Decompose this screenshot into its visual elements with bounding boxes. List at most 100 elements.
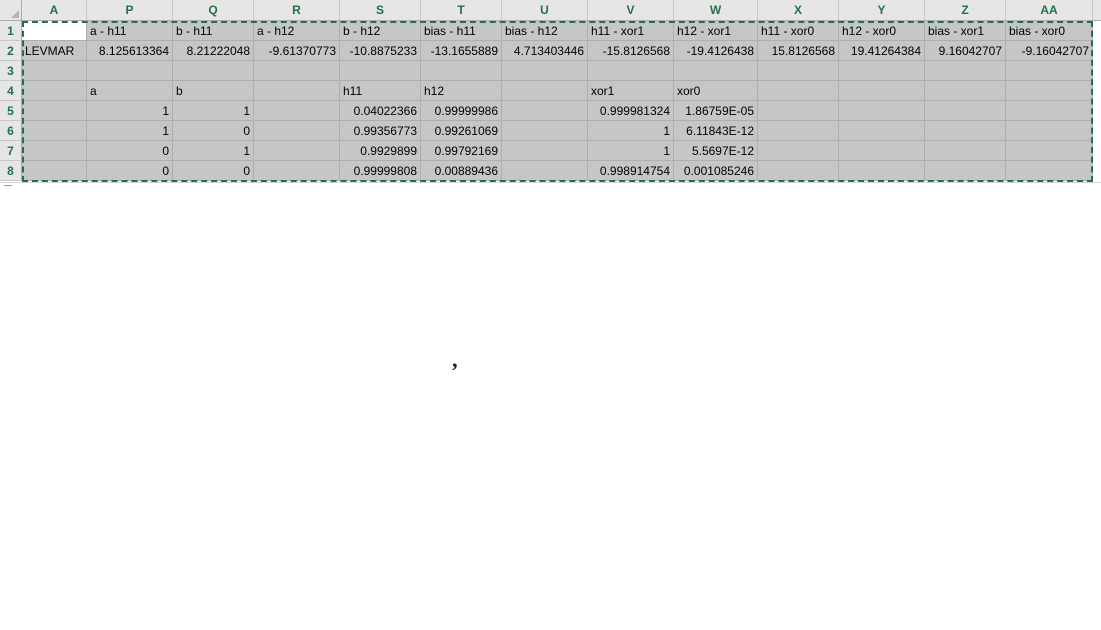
cell-p5[interactable]: 1 bbox=[87, 101, 173, 121]
cell-x4[interactable] bbox=[758, 81, 839, 101]
cell-q2[interactable]: 8.21222048 bbox=[173, 41, 254, 61]
cell-x1[interactable]: h11 - xor0 bbox=[758, 21, 839, 41]
cell-w2[interactable]: -19.4126438 bbox=[674, 41, 758, 61]
cell-p4[interactable]: a bbox=[87, 81, 173, 101]
cell-a1[interactable] bbox=[22, 21, 87, 41]
cell-w7[interactable]: 5.5697E-12 bbox=[674, 141, 758, 161]
cell-y4[interactable] bbox=[839, 81, 925, 101]
cell-r7[interactable] bbox=[254, 141, 340, 161]
cell-aa5[interactable] bbox=[1006, 101, 1093, 121]
cell-q8[interactable]: 0 bbox=[173, 161, 254, 181]
cell-aa7[interactable] bbox=[1006, 141, 1093, 161]
cell-u6[interactable] bbox=[502, 121, 588, 141]
cell-u2[interactable]: 4.713403446 bbox=[502, 41, 588, 61]
row-header-5[interactable]: 5 bbox=[0, 101, 22, 121]
cell-r2[interactable]: -9.61370773 bbox=[254, 41, 340, 61]
cell-z1[interactable]: bias - xor1 bbox=[925, 21, 1006, 41]
cell-z4[interactable] bbox=[925, 81, 1006, 101]
cell-x3[interactable] bbox=[758, 61, 839, 81]
cell-p7[interactable]: 0 bbox=[87, 141, 173, 161]
column-header-v[interactable]: V bbox=[588, 0, 674, 20]
cell-s2[interactable]: -10.8875233 bbox=[340, 41, 421, 61]
cell-z5[interactable] bbox=[925, 101, 1006, 121]
cell-y2[interactable]: 19.41264384 bbox=[839, 41, 925, 61]
column-header-a[interactable]: A bbox=[22, 0, 87, 20]
spreadsheet-grid[interactable]: A P Q R S T U V W X Y Z AA 12345678 a - h11 b - h11 a … bbox=[0, 0, 1101, 190]
cell-s1[interactable]: b - h12 bbox=[340, 21, 421, 41]
cell-p2[interactable]: 8.125613364 bbox=[87, 41, 173, 61]
cell-v1[interactable]: h11 - xor1 bbox=[588, 21, 674, 41]
cell-t6[interactable]: 0.99261069 bbox=[421, 121, 502, 141]
cell-a7[interactable] bbox=[22, 141, 87, 161]
select-all-corner[interactable] bbox=[0, 0, 22, 20]
cell-u8[interactable] bbox=[502, 161, 588, 181]
cell-s3[interactable] bbox=[340, 61, 421, 81]
cell-z8[interactable] bbox=[925, 161, 1006, 181]
cell-q4[interactable]: b bbox=[173, 81, 254, 101]
cell-u1[interactable]: bias - h12 bbox=[502, 21, 588, 41]
row-header-8[interactable]: 8 bbox=[0, 161, 22, 181]
cell-t8[interactable]: 0.00889436 bbox=[421, 161, 502, 181]
cell-x8[interactable] bbox=[758, 161, 839, 181]
cell-p6[interactable]: 1 bbox=[87, 121, 173, 141]
cell-v5[interactable]: 0.999981324 bbox=[588, 101, 674, 121]
cell-w5[interactable]: 1.86759E-05 bbox=[674, 101, 758, 121]
cell-w8[interactable]: 0.001085246 bbox=[674, 161, 758, 181]
cell-v8[interactable]: 0.998914754 bbox=[588, 161, 674, 181]
cell-aa1[interactable]: bias - xor0 bbox=[1006, 21, 1093, 41]
cell-v3[interactable] bbox=[588, 61, 674, 81]
cell-y6[interactable] bbox=[839, 121, 925, 141]
cell-x6[interactable] bbox=[758, 121, 839, 141]
cell-aa4[interactable] bbox=[1006, 81, 1093, 101]
row-header-1[interactable]: 1 bbox=[0, 21, 22, 41]
cell-w3[interactable] bbox=[674, 61, 758, 81]
cell-w4[interactable]: xor0 bbox=[674, 81, 758, 101]
column-header-w[interactable]: W bbox=[674, 0, 758, 20]
cell-a2[interactable]: LEVMAR bbox=[22, 41, 87, 61]
cell-y8[interactable] bbox=[839, 161, 925, 181]
cell-aa8[interactable] bbox=[1006, 161, 1093, 181]
cell-s5[interactable]: 0.04022366 bbox=[340, 101, 421, 121]
cell-a3[interactable] bbox=[22, 61, 87, 81]
column-header-aa[interactable]: AA bbox=[1006, 0, 1093, 20]
cell-aa6[interactable] bbox=[1006, 121, 1093, 141]
cell-z7[interactable] bbox=[925, 141, 1006, 161]
cell-t2[interactable]: -13.1655889 bbox=[421, 41, 502, 61]
cell-y7[interactable] bbox=[839, 141, 925, 161]
cell-s7[interactable]: 0.9929899 bbox=[340, 141, 421, 161]
cell-u4[interactable] bbox=[502, 81, 588, 101]
cell-v6[interactable]: 1 bbox=[588, 121, 674, 141]
cell-r6[interactable] bbox=[254, 121, 340, 141]
cell-r5[interactable] bbox=[254, 101, 340, 121]
column-header-u[interactable]: U bbox=[502, 0, 588, 20]
column-header-t[interactable]: T bbox=[421, 0, 502, 20]
cell-y5[interactable] bbox=[839, 101, 925, 121]
row-header-4[interactable]: 4 bbox=[0, 81, 22, 101]
cell-t3[interactable] bbox=[421, 61, 502, 81]
cell-a4[interactable] bbox=[22, 81, 87, 101]
cell-s8[interactable]: 0.99999808 bbox=[340, 161, 421, 181]
row-header-6[interactable]: 6 bbox=[0, 121, 22, 141]
cell-q1[interactable]: b - h11 bbox=[173, 21, 254, 41]
cell-y3[interactable] bbox=[839, 61, 925, 81]
cell-z3[interactable] bbox=[925, 61, 1006, 81]
cell-z2[interactable]: 9.16042707 bbox=[925, 41, 1006, 61]
cell-v2[interactable]: -15.8126568 bbox=[588, 41, 674, 61]
cell-t7[interactable]: 0.99792169 bbox=[421, 141, 502, 161]
cell-u5[interactable] bbox=[502, 101, 588, 121]
cell-t4[interactable]: h12 bbox=[421, 81, 502, 101]
cell-p3[interactable] bbox=[87, 61, 173, 81]
cell-t5[interactable]: 0.99999986 bbox=[421, 101, 502, 121]
cell-w6[interactable]: 6.11843E-12 bbox=[674, 121, 758, 141]
cell-a8[interactable] bbox=[22, 161, 87, 181]
row-header-2[interactable]: 2 bbox=[0, 41, 22, 61]
cell-a5[interactable] bbox=[22, 101, 87, 121]
cell-v4[interactable]: xor1 bbox=[588, 81, 674, 101]
cell-s6[interactable]: 0.99356773 bbox=[340, 121, 421, 141]
cell-x7[interactable] bbox=[758, 141, 839, 161]
cell-p1[interactable]: a - h11 bbox=[87, 21, 173, 41]
cell-r1[interactable]: a - h12 bbox=[254, 21, 340, 41]
cell-aa3[interactable] bbox=[1006, 61, 1093, 81]
cell-x2[interactable]: 15.8126568 bbox=[758, 41, 839, 61]
cell-z6[interactable] bbox=[925, 121, 1006, 141]
